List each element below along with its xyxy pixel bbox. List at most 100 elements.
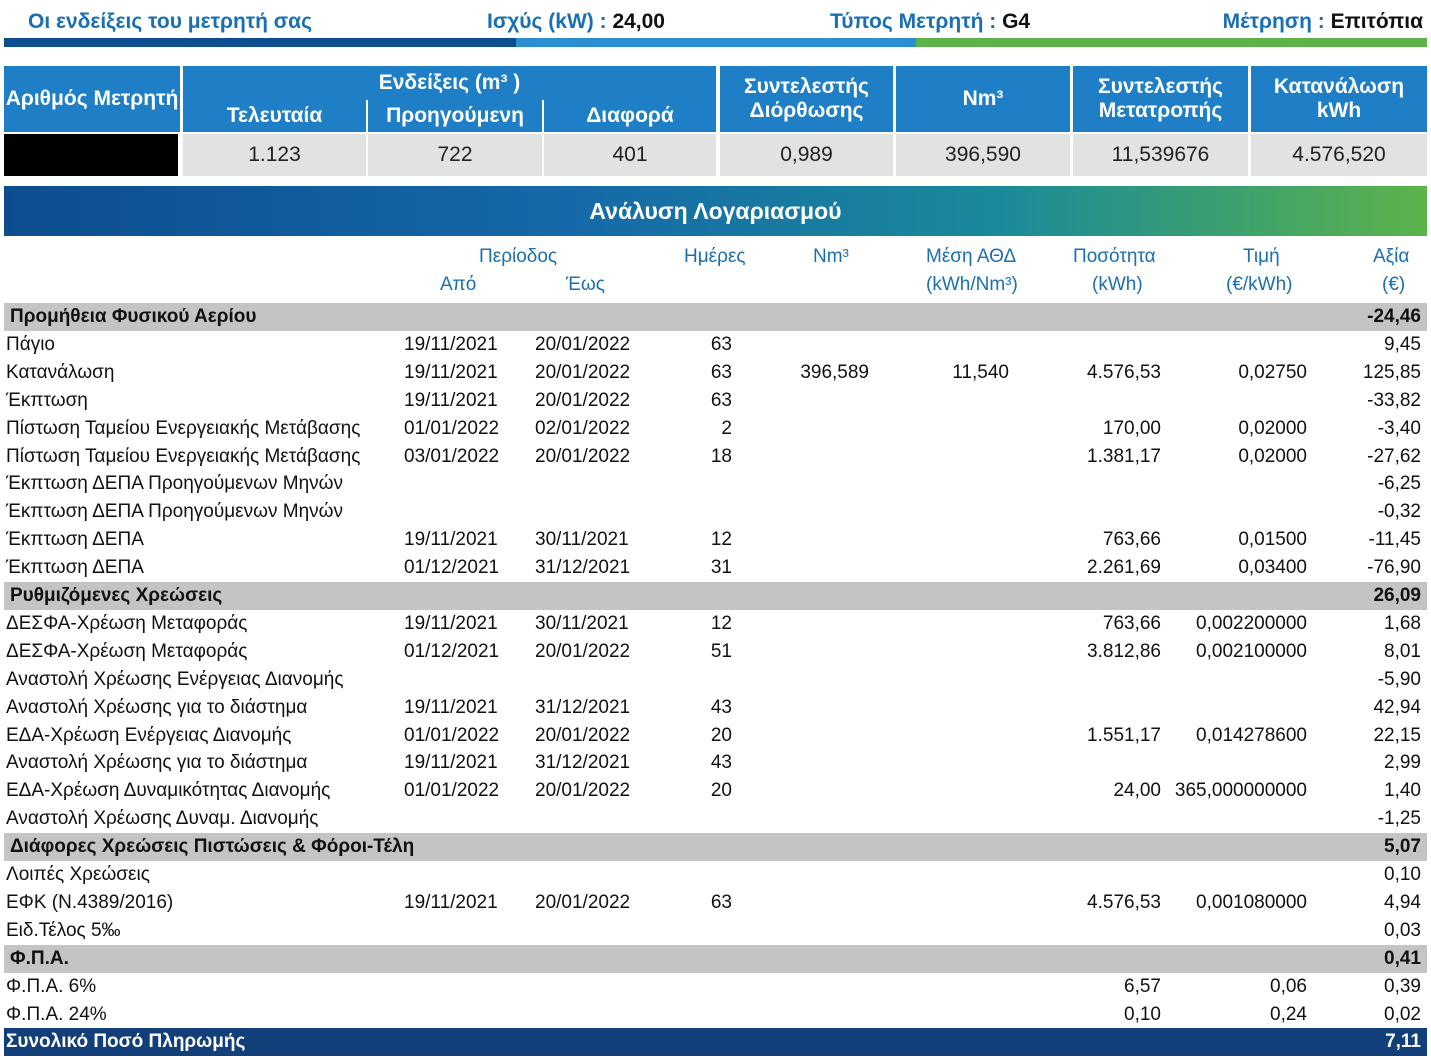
power-info: Ισχύς (kW) : 24,00 [487, 10, 665, 34]
nm3-value: 396,590 [896, 134, 1070, 176]
row-days: 63 [710, 891, 732, 913]
row-label: Έκπτωση ΔΕΠΑ Προηγούμενων Μηνών [6, 501, 343, 523]
row-price: 0,001080000 [1196, 891, 1307, 913]
nm3-column-header: Nm³ [813, 246, 849, 267]
meter-header: Οι ενδείξεις του μετρητή σας Ισχύς (kW) … [0, 0, 1431, 38]
page-title: Οι ενδείξεις του μετρητή σας [28, 10, 313, 33]
days-header: Ημέρες [684, 246, 746, 267]
row-price: 365,000000000 [1174, 780, 1307, 802]
row-label: Πίστωση Ταμείου Ενεργειακής Μετάβασης [6, 417, 361, 439]
measurement-info: Μέτρηση : Επιτόπια [1223, 10, 1423, 34]
row-to-date: 31/12/2021 [535, 557, 631, 579]
row-label: ΕΦΚ (Ν.4389/2016) [6, 891, 174, 913]
row-label: Διάφορες Χρεώσεις Πιστώσεις & Φόροι-Τέλη [10, 836, 415, 858]
row-days: 31 [710, 557, 732, 579]
row-label: Συνολικό Ποσό Πληρωμής [6, 1031, 246, 1053]
row-days: 2 [721, 417, 732, 439]
row-to-date: 02/01/2022 [535, 417, 631, 439]
row-value: -33,82 [1367, 389, 1421, 411]
meter-type-value: G4 [1002, 10, 1031, 33]
conversion-factor-header: Συντελεστής Μετατροπής [1073, 66, 1248, 132]
table-row: Αναστολή Χρέωσης Δυναμ. Διανομής -1,25 [4, 805, 1427, 833]
row-from-date: 19/11/2021 [404, 361, 498, 383]
row-days: 43 [710, 696, 732, 718]
table-row: ΕΦΚ (Ν.4389/2016) 19/11/2021 20/01/2022 63 4… [4, 889, 1427, 917]
table-row: Αναστολή Χρέωσης για το διάστημα 19/11/20… [4, 749, 1427, 777]
row-label: Έκπτωση [6, 389, 88, 411]
table-row: Έκπτωση ΔΕΠΑ 19/11/2021 30/11/2021 12 763,66… [4, 526, 1427, 554]
table-row: Φ.Π.Α. 24% 0,10 0,24 0,02 [4, 1001, 1427, 1029]
row-price: 0,02000 [1238, 445, 1307, 467]
ath-header: Μέση ΑΘΔ [926, 246, 1017, 267]
table-row: Φ.Π.Α. 6% 6,57 0,06 0,39 [4, 973, 1427, 1001]
row-label: Λοιπές Χρεώσεις [6, 864, 150, 885]
row-label: Ρυθμιζόμενες Χρεώσεις [10, 585, 223, 606]
section-row: Ρυθμιζόμενες Χρεώσεις 26,09 [4, 582, 1427, 610]
row-label: Φ.Π.Α. 24% [6, 1003, 107, 1025]
meter-type-label: Τύπος Μετρητή : [830, 10, 997, 33]
value-header: Αξία [1373, 246, 1410, 267]
row-value: 8,01 [1384, 640, 1421, 662]
row-to-date: 20/01/2022 [535, 389, 631, 411]
row-label: Αναστολή Χρέωσης για το διάστημα [6, 752, 308, 774]
row-price: 0,24 [1270, 1003, 1307, 1025]
previous-reading-header: Προηγούμενη [368, 100, 542, 132]
ath-unit-header: (kWh/Nm³) [926, 274, 1018, 295]
header-bar-dark [4, 38, 516, 47]
table-row: Λοιπές Χρεώσεις 0,10 [4, 861, 1427, 889]
meter-number-header: Αριθμός Μετρητή [4, 66, 180, 132]
row-label: Αναστολή Χρέωσης για το διάστημα [6, 696, 308, 718]
row-quantity: 4.576,53 [1087, 891, 1161, 913]
correction-factor-value: 0,989 [720, 134, 893, 176]
price-unit-header: (€/kWh) [1226, 274, 1293, 295]
row-label: Κατανάλωση [6, 361, 115, 383]
difference-value: 401 [544, 134, 716, 176]
nm3-header: Nm³ [896, 66, 1070, 132]
row-to-date: 30/11/2021 [535, 529, 629, 551]
row-quantity: 3.812,86 [1087, 640, 1161, 662]
analysis-title: Ανάλυση Λογαριασμού [4, 186, 1427, 236]
row-from-date: 01/01/2022 [404, 780, 500, 802]
row-value: 1,68 [1384, 612, 1421, 634]
row-from-date: 01/12/2021 [404, 640, 500, 662]
table-row: Πάγιο 19/11/2021 20/01/2022 63 9,45 [4, 331, 1427, 359]
table-row: Αναστολή Χρέωσης για το διάστημα 19/11/20… [4, 694, 1427, 722]
row-from-date: 03/01/2022 [404, 445, 500, 467]
row-value: 0,03 [1384, 919, 1421, 941]
previous-reading-value: 722 [368, 134, 542, 176]
row-from-date: 19/11/2021 [404, 891, 498, 913]
row-to-date: 30/11/2021 [535, 612, 629, 634]
row-value: -24,46 [1367, 306, 1421, 327]
row-days: 43 [710, 752, 732, 774]
difference-header: Διαφορά [544, 100, 716, 132]
price-header: Τιμή [1243, 246, 1280, 267]
row-label: Αναστολή Χρέωσης Ενέργειας Διανομής [6, 668, 344, 690]
row-days: 63 [710, 389, 732, 411]
row-days: 12 [710, 529, 732, 551]
row-value: 0,39 [1384, 975, 1421, 997]
section-row: Φ.Π.Α. 0,41 [4, 944, 1427, 973]
row-quantity: 4.576,53 [1087, 361, 1161, 383]
section-row: Προμήθεια Φυσικού Αερίου -24,46 [4, 303, 1427, 331]
row-value: 7,11 [1385, 1031, 1421, 1053]
row-quantity: 24,00 [1113, 780, 1161, 802]
row-from-date: 19/11/2021 [404, 696, 498, 718]
table-row: Πίστωση Ταμείου Ενεργειακής Μετάβασης 01/… [4, 415, 1427, 443]
row-nm3: 396,589 [800, 361, 869, 383]
row-from-date: 19/11/2021 [404, 529, 498, 551]
row-value: -3,40 [1377, 417, 1421, 439]
row-price: 0,014278600 [1196, 724, 1307, 746]
table-row: Έκπτωση ΔΕΠΑ Προηγούμενων Μηνών -6,25 [4, 470, 1427, 498]
value-unit-header: (€) [1382, 274, 1406, 295]
row-value: -0,32 [1377, 501, 1421, 523]
measurement-label: Μέτρηση : [1222, 10, 1325, 33]
row-to-date: 20/01/2022 [535, 361, 631, 383]
row-days: 12 [710, 612, 732, 634]
row-value: -1,25 [1377, 808, 1421, 830]
correction-factor-header: Συντελεστής Διόρθωσης [720, 66, 893, 132]
row-label: Έκπτωση ΔΕΠΑ [6, 557, 144, 579]
readings-header: Ενδείξεις (m³ ) [183, 66, 716, 100]
row-value: 125,85 [1362, 361, 1421, 383]
row-value: 22,15 [1373, 724, 1421, 746]
table-row: Ειδ.Τέλος 5‰ 0,03 [4, 917, 1427, 945]
